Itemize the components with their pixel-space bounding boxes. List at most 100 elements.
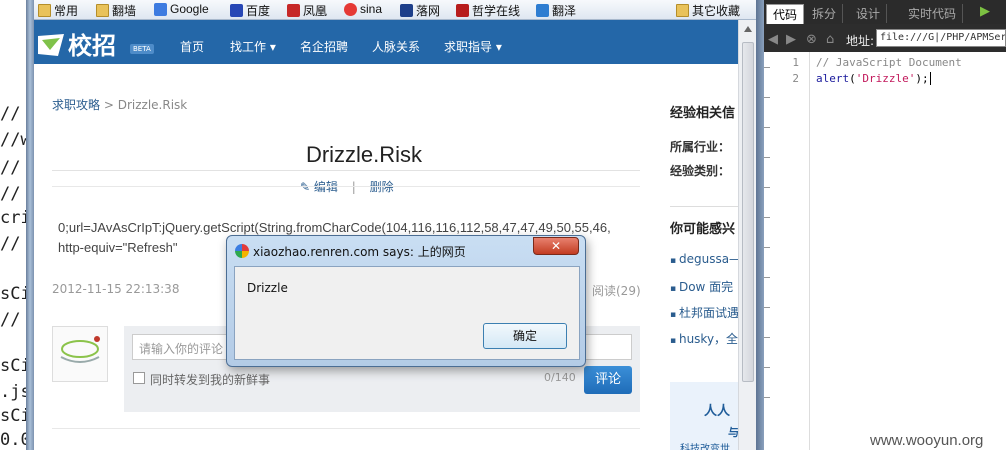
category-label: 经验类别： bbox=[670, 164, 731, 178]
breadcrumb-link[interactable]: 求职攻略 bbox=[52, 98, 100, 112]
char-count: 0/140 bbox=[544, 371, 576, 384]
line-gutter: 1 2 bbox=[764, 52, 810, 450]
fold-marker bbox=[764, 182, 770, 188]
fold-marker bbox=[764, 362, 770, 368]
bg-line: cri bbox=[0, 208, 28, 228]
nav-guidance[interactable]: 求职指导 ▾ bbox=[444, 38, 502, 55]
site-favicon-icon bbox=[235, 244, 249, 258]
dialog-body: Drizzle 确定 bbox=[234, 266, 580, 360]
bg-line: sCi bbox=[0, 406, 28, 426]
luowang-icon bbox=[400, 4, 413, 17]
browser-frame bbox=[26, 0, 34, 450]
line-number: 2 bbox=[792, 72, 799, 85]
alert-dialog: xiaozhao.renren.com says: 上的网页 ✕ Drizzle… bbox=[226, 235, 586, 367]
promo-banner[interactable]: 人人 与 科技改变世 bbox=[670, 382, 738, 450]
tab-split[interactable]: 拆分 bbox=[806, 4, 844, 23]
bg-line: // bbox=[0, 184, 21, 204]
bookmark-item[interactable]: 翻泽 bbox=[536, 2, 576, 19]
ifeng-icon bbox=[287, 4, 300, 17]
bookmark-item[interactable]: 百度 bbox=[230, 2, 270, 19]
scroll-thumb[interactable] bbox=[742, 42, 754, 382]
edit-link[interactable]: 编辑 bbox=[314, 180, 338, 194]
nav-network[interactable]: 人脉关系 bbox=[372, 38, 420, 55]
divider bbox=[52, 186, 640, 187]
p-icon bbox=[456, 4, 469, 17]
pencil-icon: ✎ bbox=[300, 180, 311, 194]
preview-icon[interactable]: ▶ bbox=[980, 4, 990, 19]
industry-label: 所属行业： bbox=[670, 140, 731, 154]
sidebar-link[interactable]: husky，全 bbox=[670, 330, 738, 347]
bookmark-item[interactable]: 常用 bbox=[38, 2, 78, 19]
bg-line: // bbox=[0, 310, 21, 330]
delete-link[interactable]: 删除 bbox=[370, 180, 394, 194]
site-header: 校招 BETA 首页 找工作 ▾ 名企招聘 人脉关系 求职指导 ▾ bbox=[34, 20, 738, 64]
tab-live-code[interactable]: 实时代码 bbox=[902, 4, 964, 23]
nav-jobs[interactable]: 找工作 ▾ bbox=[230, 38, 276, 55]
post-date: 2012-11-15 22:13:38 bbox=[52, 282, 180, 296]
sidebar-link[interactable]: Dow 面完 bbox=[670, 278, 733, 295]
translate-icon bbox=[536, 4, 549, 17]
bookmark-item[interactable]: 哲学在线 bbox=[456, 2, 520, 19]
fold-marker bbox=[764, 212, 770, 218]
folder-icon bbox=[676, 4, 689, 17]
site-logo[interactable]: 校招 bbox=[68, 26, 116, 61]
avatar bbox=[52, 326, 108, 382]
address-input[interactable]: file:///G|/PHP/APMServ bbox=[876, 29, 1006, 47]
dialog-title: xiaozhao.renren.com says: 上的网页 bbox=[253, 245, 466, 259]
watermark: www.wooyun.org bbox=[870, 432, 984, 449]
line-number: 1 bbox=[792, 56, 799, 69]
bookmark-item[interactable]: 其它收藏 bbox=[676, 2, 740, 19]
sidebar: 经验相关信 所属行业： 经验类别： 你可能感兴 degussa— Dow 面完 … bbox=[670, 64, 738, 450]
page-scrollbar[interactable] bbox=[738, 20, 756, 450]
stop-icon[interactable]: ⊗ bbox=[806, 32, 817, 47]
tab-design[interactable]: 设计 bbox=[850, 4, 888, 23]
bg-line: sCi bbox=[0, 356, 28, 376]
comment-submit-button[interactable]: 评论 bbox=[584, 366, 632, 394]
bookmark-item[interactable]: 落网 bbox=[400, 2, 440, 19]
fold-marker bbox=[764, 392, 770, 398]
repost-label: 同时转发到我的新鲜事 bbox=[150, 373, 271, 387]
editor-frame bbox=[756, 0, 764, 450]
divider bbox=[52, 428, 640, 429]
close-button[interactable]: ✕ bbox=[533, 237, 579, 255]
ok-button[interactable]: 确定 bbox=[483, 323, 567, 349]
divider bbox=[52, 170, 640, 171]
fold-marker bbox=[764, 92, 770, 98]
repost-checkbox[interactable] bbox=[133, 372, 145, 384]
home-icon[interactable]: ⌂ bbox=[826, 32, 834, 47]
fold-marker bbox=[764, 332, 770, 338]
sidebar-link[interactable]: 杜邦面试遇 bbox=[670, 304, 738, 321]
forward-icon[interactable]: ▶ bbox=[786, 32, 796, 47]
sidebar-heading: 经验相关信 bbox=[670, 106, 736, 121]
tab-code[interactable]: 代码 bbox=[766, 4, 805, 25]
fold-marker bbox=[764, 272, 770, 278]
dialog-message: Drizzle bbox=[247, 281, 288, 295]
fold-marker bbox=[764, 122, 770, 128]
fold-marker bbox=[764, 242, 770, 248]
bookmark-item[interactable]: 翻墙 bbox=[96, 2, 136, 19]
sidebar-heading: 你可能感兴 bbox=[670, 222, 736, 237]
nav-home[interactable]: 首页 bbox=[180, 38, 204, 55]
baidu-icon bbox=[230, 4, 243, 17]
code-editor: 代码 拆分 设计 实时代码 ▶ ◀ ▶ ⊗ ⌂ 地址: file:///G|/P… bbox=[764, 0, 1006, 450]
bg-line: // bbox=[0, 234, 21, 254]
sidebar-link[interactable]: degussa— bbox=[670, 252, 738, 266]
bookmark-item[interactable]: 凤凰 bbox=[287, 2, 327, 19]
background-window: // //w // // cri // sCi // sCi .js sCi 0… bbox=[0, 0, 28, 450]
breadcrumb-current: Drizzle.Risk bbox=[117, 98, 188, 112]
code-line[interactable]: // JavaScript Document bbox=[816, 56, 962, 69]
fold-marker bbox=[764, 62, 770, 68]
bookmark-item[interactable]: Google bbox=[154, 2, 209, 16]
read-count: 阅读(29) bbox=[592, 284, 641, 298]
fold-marker bbox=[764, 152, 770, 158]
text-cursor: ​ bbox=[929, 72, 931, 85]
code-line[interactable]: alert('Drizzle');​ bbox=[816, 72, 931, 85]
bookmark-item[interactable]: sina bbox=[344, 2, 382, 16]
bg-line: //w bbox=[0, 130, 28, 150]
breadcrumb: 求职攻略 > Drizzle.Risk bbox=[52, 98, 188, 112]
folder-icon bbox=[38, 4, 51, 17]
scroll-up-icon[interactable] bbox=[744, 26, 752, 32]
divider bbox=[670, 206, 738, 207]
nav-companies[interactable]: 名企招聘 bbox=[300, 38, 348, 55]
back-icon[interactable]: ◀ bbox=[768, 32, 778, 47]
